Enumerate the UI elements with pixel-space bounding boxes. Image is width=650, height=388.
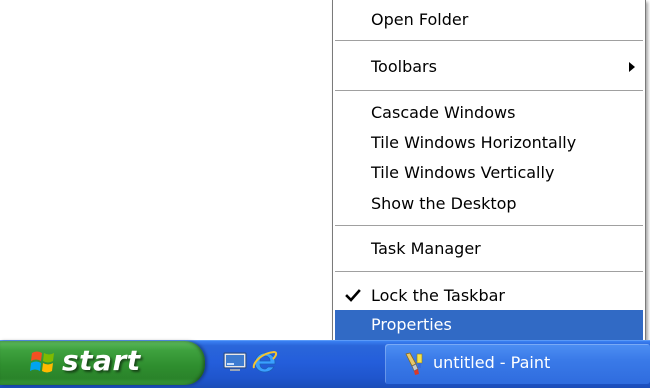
submenu-arrow-icon — [629, 62, 635, 72]
paint-icon — [405, 352, 423, 375]
start-label: start — [62, 344, 141, 377]
menu-separator — [335, 271, 643, 273]
menu-item-label: Open Folder — [371, 10, 469, 29]
menu-item-label: Cascade Windows — [371, 103, 516, 122]
menu-item-toolbars[interactable]: Toolbars — [335, 52, 643, 82]
menu-item-tile-vertically[interactable]: Tile Windows Vertically — [335, 158, 643, 188]
internet-explorer-icon[interactable] — [252, 349, 278, 375]
windows-logo-icon — [30, 351, 54, 373]
menu-item-properties[interactable]: Properties — [335, 310, 643, 340]
taskbar-context-menu: Open Folder Toolbars Cascade Windows Til… — [332, 0, 646, 343]
menu-item-show-desktop[interactable]: Show the Desktop — [335, 189, 643, 219]
menu-item-label: Task Manager — [371, 239, 481, 258]
menu-item-label: Toolbars — [371, 57, 437, 76]
menu-item-task-manager[interactable]: Task Manager — [335, 234, 643, 264]
taskbar-button-paint[interactable]: untitled - Paint — [385, 344, 650, 384]
menu-separator — [335, 90, 643, 92]
menu-item-lock-taskbar[interactable]: Lock the Taskbar — [335, 281, 643, 311]
menu-item-cascade-windows[interactable]: Cascade Windows — [335, 98, 643, 128]
show-desktop-icon[interactable] — [222, 349, 248, 375]
menu-item-label: Tile Windows Vertically — [371, 163, 555, 182]
menu-separator — [335, 225, 643, 227]
menu-item-label: Tile Windows Horizontally — [371, 133, 577, 152]
taskbar: start untitled - Paint — [0, 340, 650, 388]
menu-item-open-folder[interactable]: Open Folder — [335, 5, 643, 35]
menu-item-label: Show the Desktop — [371, 194, 517, 213]
menu-item-label: Properties — [371, 315, 452, 334]
start-button[interactable]: start — [0, 341, 205, 385]
menu-item-label: Lock the Taskbar — [371, 286, 505, 305]
checkmark-icon — [345, 289, 361, 302]
menu-separator — [335, 40, 643, 42]
taskbar-button-label: untitled - Paint — [433, 353, 551, 372]
menu-item-tile-horizontally[interactable]: Tile Windows Horizontally — [335, 128, 643, 158]
